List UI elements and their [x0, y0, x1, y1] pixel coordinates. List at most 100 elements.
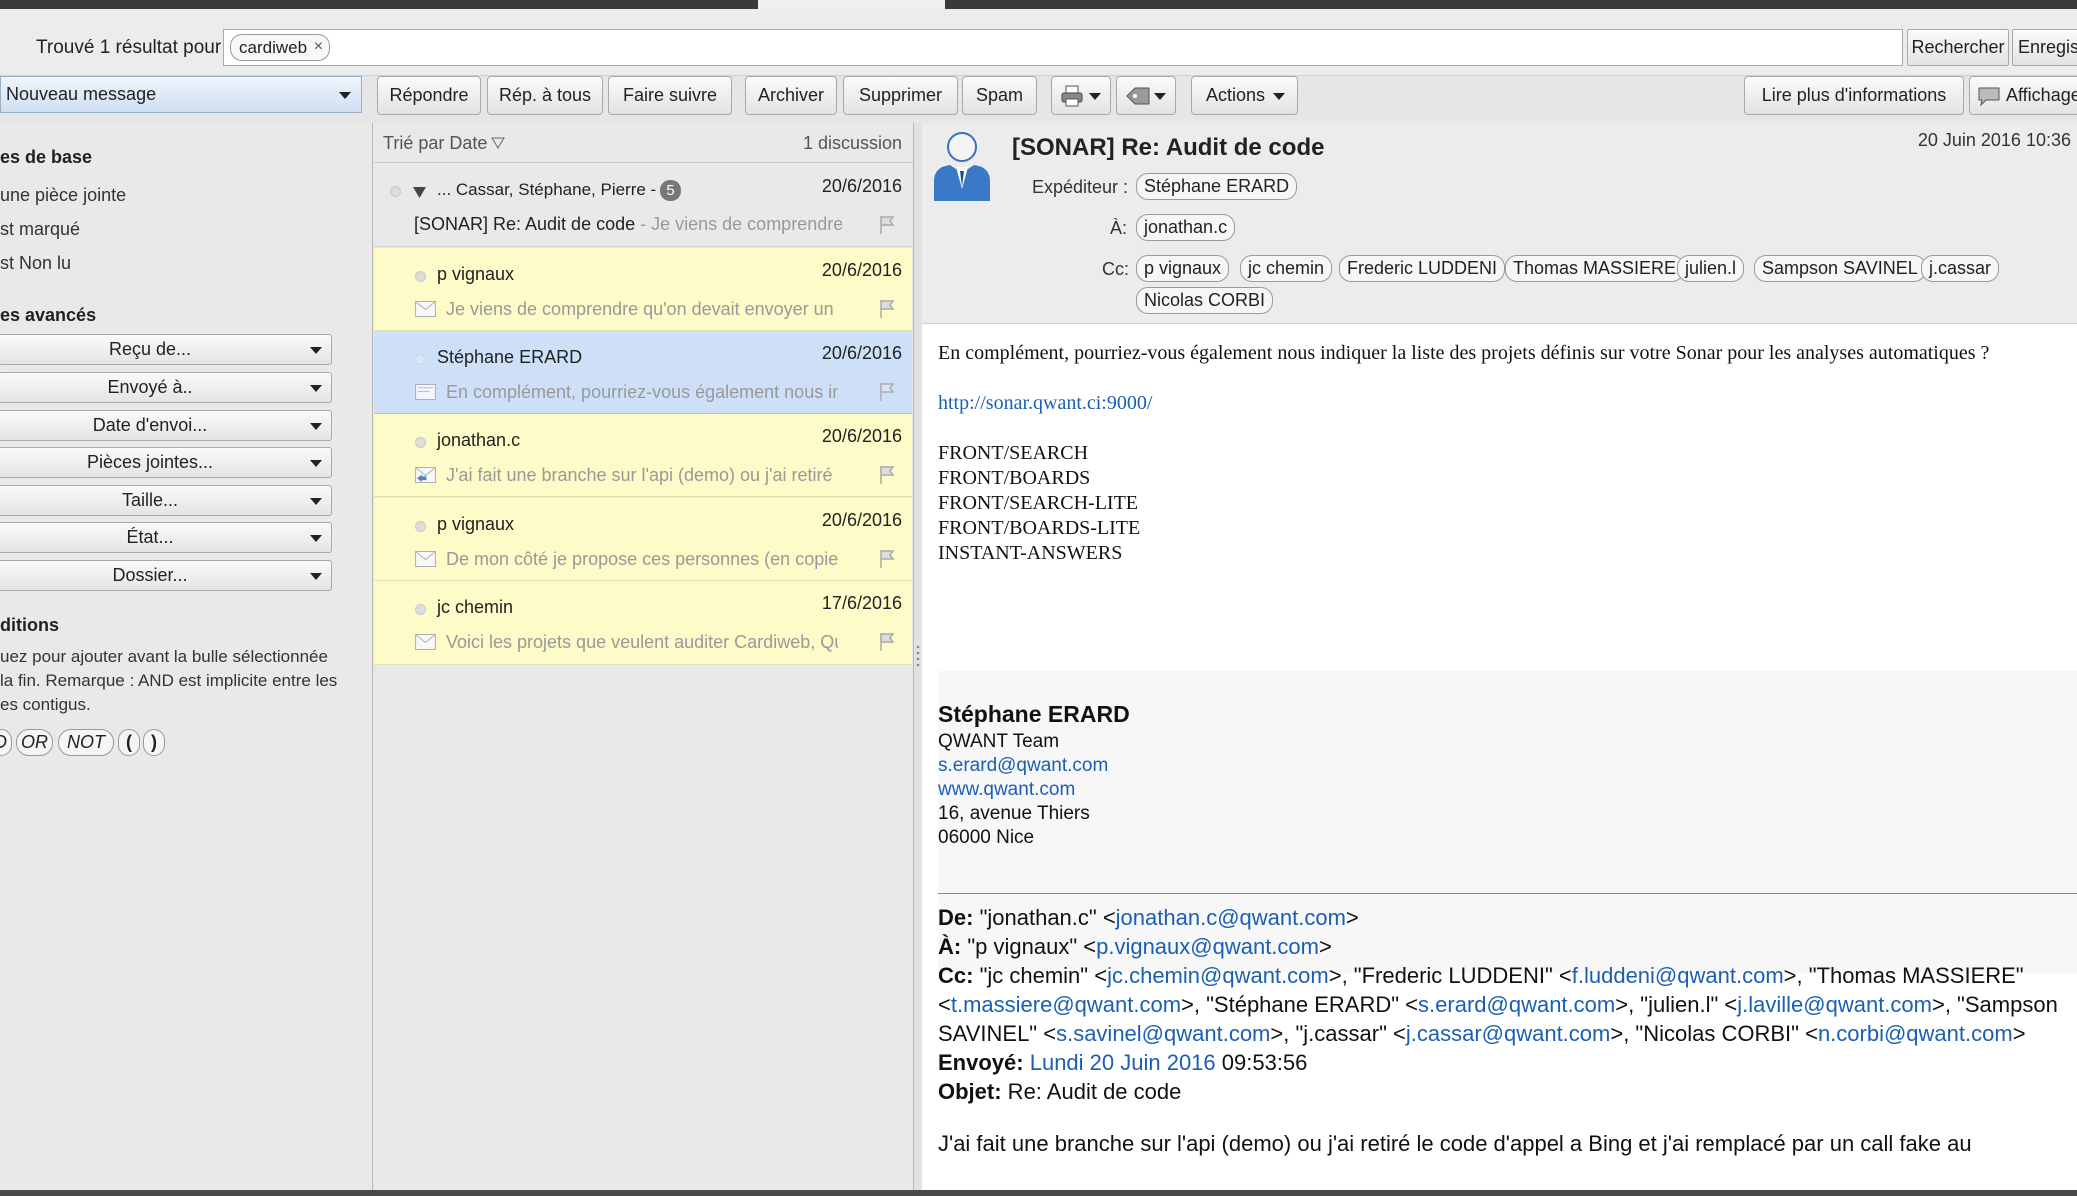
message-row[interactable]: p vignaux 20/6/2016 Je viens de comprend…: [374, 248, 912, 331]
filter-label: État...: [126, 527, 174, 547]
signature-email-link[interactable]: s.erard@qwant.com: [938, 755, 1108, 777]
cc-contact-pill[interactable]: Frederic LUDDENI: [1339, 255, 1506, 282]
to-contact-pill[interactable]: jonathan.c: [1136, 214, 1236, 241]
cc-contact-pill[interactable]: julien.l: [1677, 255, 1745, 282]
operator-open-paren[interactable]: (: [118, 729, 140, 756]
quoted-email-link[interactable]: p.vignaux@qwant.com: [1096, 934, 1319, 959]
save-search-button[interactable]: Enregis: [2012, 29, 2077, 66]
filter-sent-to[interactable]: Envoyé à..: [0, 372, 332, 403]
message-subject: [SONAR] Re: Audit de code: [1012, 134, 1325, 161]
message-row-selected[interactable]: Stéphane ERARD 20/6/2016 En complément, …: [374, 331, 912, 414]
chevron-down-icon: [1273, 93, 1285, 100]
chevron-down-icon: [1154, 93, 1166, 100]
filter-label: Date d'envoi...: [92, 415, 208, 435]
conditions-help-line: la fin. Remarque : AND est implicite ent…: [0, 671, 338, 690]
quoted-email-link[interactable]: j.laville@qwant.com: [1737, 992, 1932, 1017]
forward-button[interactable]: Faire suivre: [608, 76, 732, 115]
filter-folder[interactable]: Dossier...: [0, 560, 332, 591]
operator-close-paren[interactable]: ): [143, 729, 165, 756]
delete-button[interactable]: Supprimer: [843, 76, 958, 115]
cc-contact-pill[interactable]: p vignaux: [1136, 255, 1230, 282]
read-status-dot[interactable]: [415, 604, 426, 615]
read-status-dot[interactable]: [415, 437, 426, 448]
sort-triangle-icon[interactable]: [491, 137, 505, 149]
filter-size[interactable]: Taille...: [0, 485, 332, 516]
read-status-dot[interactable]: [415, 521, 426, 532]
grip-icon[interactable]: [915, 643, 921, 667]
open-envelope-icon: [415, 384, 436, 400]
flag-icon[interactable]: [878, 549, 896, 569]
display-button[interactable]: Affichage: [1969, 76, 2077, 115]
flag-icon[interactable]: [878, 632, 896, 652]
search-input[interactable]: cardiweb ×: [223, 29, 1903, 66]
search-button[interactable]: Rechercher: [1907, 29, 2009, 66]
quoted-email-link[interactable]: j.cassar@qwant.com: [1406, 1021, 1611, 1046]
operator-and[interactable]: D: [0, 729, 12, 756]
filter-state[interactable]: État...: [0, 522, 332, 553]
operator-not[interactable]: NOT: [58, 729, 114, 756]
new-message-button[interactable]: Nouveau message: [0, 76, 362, 113]
filter-sent-date[interactable]: Date d'envoi...: [0, 410, 332, 441]
chevron-down-icon: [310, 423, 322, 430]
chevron-down-icon: [310, 573, 322, 580]
operator-or[interactable]: OR: [16, 729, 53, 756]
actions-button[interactable]: Actions: [1191, 76, 1298, 115]
cc-contact-pill[interactable]: Thomas MASSIERE: [1505, 255, 1685, 282]
tag-menu-button[interactable]: [1116, 76, 1176, 115]
project-item: FRONT/BOARDS-LITE: [938, 517, 1141, 539]
sonar-link[interactable]: http://sonar.qwant.ci:9000/: [938, 391, 1152, 416]
chevron-down-icon: [1089, 93, 1101, 100]
flag-icon[interactable]: [878, 465, 896, 485]
reply-button[interactable]: Répondre: [377, 76, 481, 115]
quoted-email-link[interactable]: t.massiere@qwant.com: [951, 992, 1181, 1017]
reply-all-button[interactable]: Rép. à tous: [487, 76, 603, 115]
search-term-chip[interactable]: cardiweb ×: [230, 34, 331, 61]
quoted-email-link[interactable]: n.corbi@qwant.com: [1818, 1021, 2013, 1046]
message-snippet: De mon côté je propose ces personnes (en…: [446, 549, 838, 569]
chip-close-icon[interactable]: ×: [314, 34, 323, 59]
pane-splitter[interactable]: [914, 123, 922, 1196]
message-row[interactable]: jonathan.c 20/6/2016 J'ai fait une branc…: [374, 414, 912, 497]
project-item: FRONT/BOARDS: [938, 467, 1091, 489]
flag-icon[interactable]: [878, 299, 896, 319]
sort-label[interactable]: Trié par Date: [383, 133, 487, 154]
quoted-email-link[interactable]: f.luddeni@qwant.com: [1572, 963, 1784, 988]
cc-contact-pill[interactable]: j.cassar: [1921, 255, 2000, 282]
project-item: FRONT/SEARCH: [938, 442, 1089, 464]
flag-icon[interactable]: [878, 382, 896, 402]
print-menu-button[interactable]: [1051, 76, 1111, 115]
cc-contact-pill[interactable]: Nicolas CORBI: [1136, 287, 1274, 314]
cc-label: Cc:: [1102, 259, 1129, 279]
thread-expand-icon[interactable]: [413, 187, 426, 198]
more-info-button[interactable]: Lire plus d'informations: [1744, 76, 1964, 115]
message-intro: En complément, pourriez-vous également n…: [938, 342, 1990, 364]
quoted-email-link[interactable]: jc.chemin@qwant.com: [1107, 963, 1329, 988]
message-row[interactable]: p vignaux 20/6/2016 De mon côté je propo…: [374, 498, 912, 581]
quoted-email-link[interactable]: jonathan.c@qwant.com: [1116, 905, 1346, 930]
quoted-email-link[interactable]: s.erard@qwant.com: [1418, 992, 1615, 1017]
read-status-dot[interactable]: [390, 186, 401, 197]
search-term-text: cardiweb: [239, 38, 308, 57]
filter-flagged[interactable]: st marqué: [0, 219, 80, 240]
cc-contact-pill[interactable]: Sampson SAVINEL: [1754, 255, 1926, 282]
message-row[interactable]: jc chemin 17/6/2016 Voici les projets qu…: [374, 581, 912, 665]
read-status-dot[interactable]: [415, 271, 426, 282]
cc-contact-pill[interactable]: jc chemin: [1240, 255, 1333, 282]
archive-button[interactable]: Archiver: [745, 76, 837, 115]
filter-label: Dossier...: [112, 565, 188, 585]
quoted-date-link[interactable]: Lundi 20 Juin 2016: [1030, 1050, 1216, 1075]
flag-icon[interactable]: [878, 215, 896, 235]
spam-button[interactable]: Spam: [962, 76, 1037, 115]
from-contact-pill[interactable]: Stéphane ERARD: [1136, 173, 1298, 200]
filter-has-attachment[interactable]: une pièce jointe: [0, 185, 126, 206]
thread-row[interactable]: ... Cassar, Stéphane, Pierre - 5 20/6/20…: [374, 164, 912, 247]
signature-web-link[interactable]: www.qwant.com: [938, 779, 1075, 801]
read-status-dot[interactable]: [415, 354, 426, 365]
quoted-email-link[interactable]: s.savinel@qwant.com: [1056, 1021, 1270, 1046]
filter-attachments[interactable]: Pièces jointes...: [0, 447, 332, 478]
thread-subject-line: [SONAR] Re: Audit de code - Je viens de …: [414, 214, 842, 235]
filter-unread[interactable]: st Non lu: [0, 253, 71, 274]
chevron-down-icon[interactable]: [339, 92, 351, 99]
chevron-down-icon: [310, 385, 322, 392]
filter-received-from[interactable]: Reçu de...: [0, 334, 332, 365]
